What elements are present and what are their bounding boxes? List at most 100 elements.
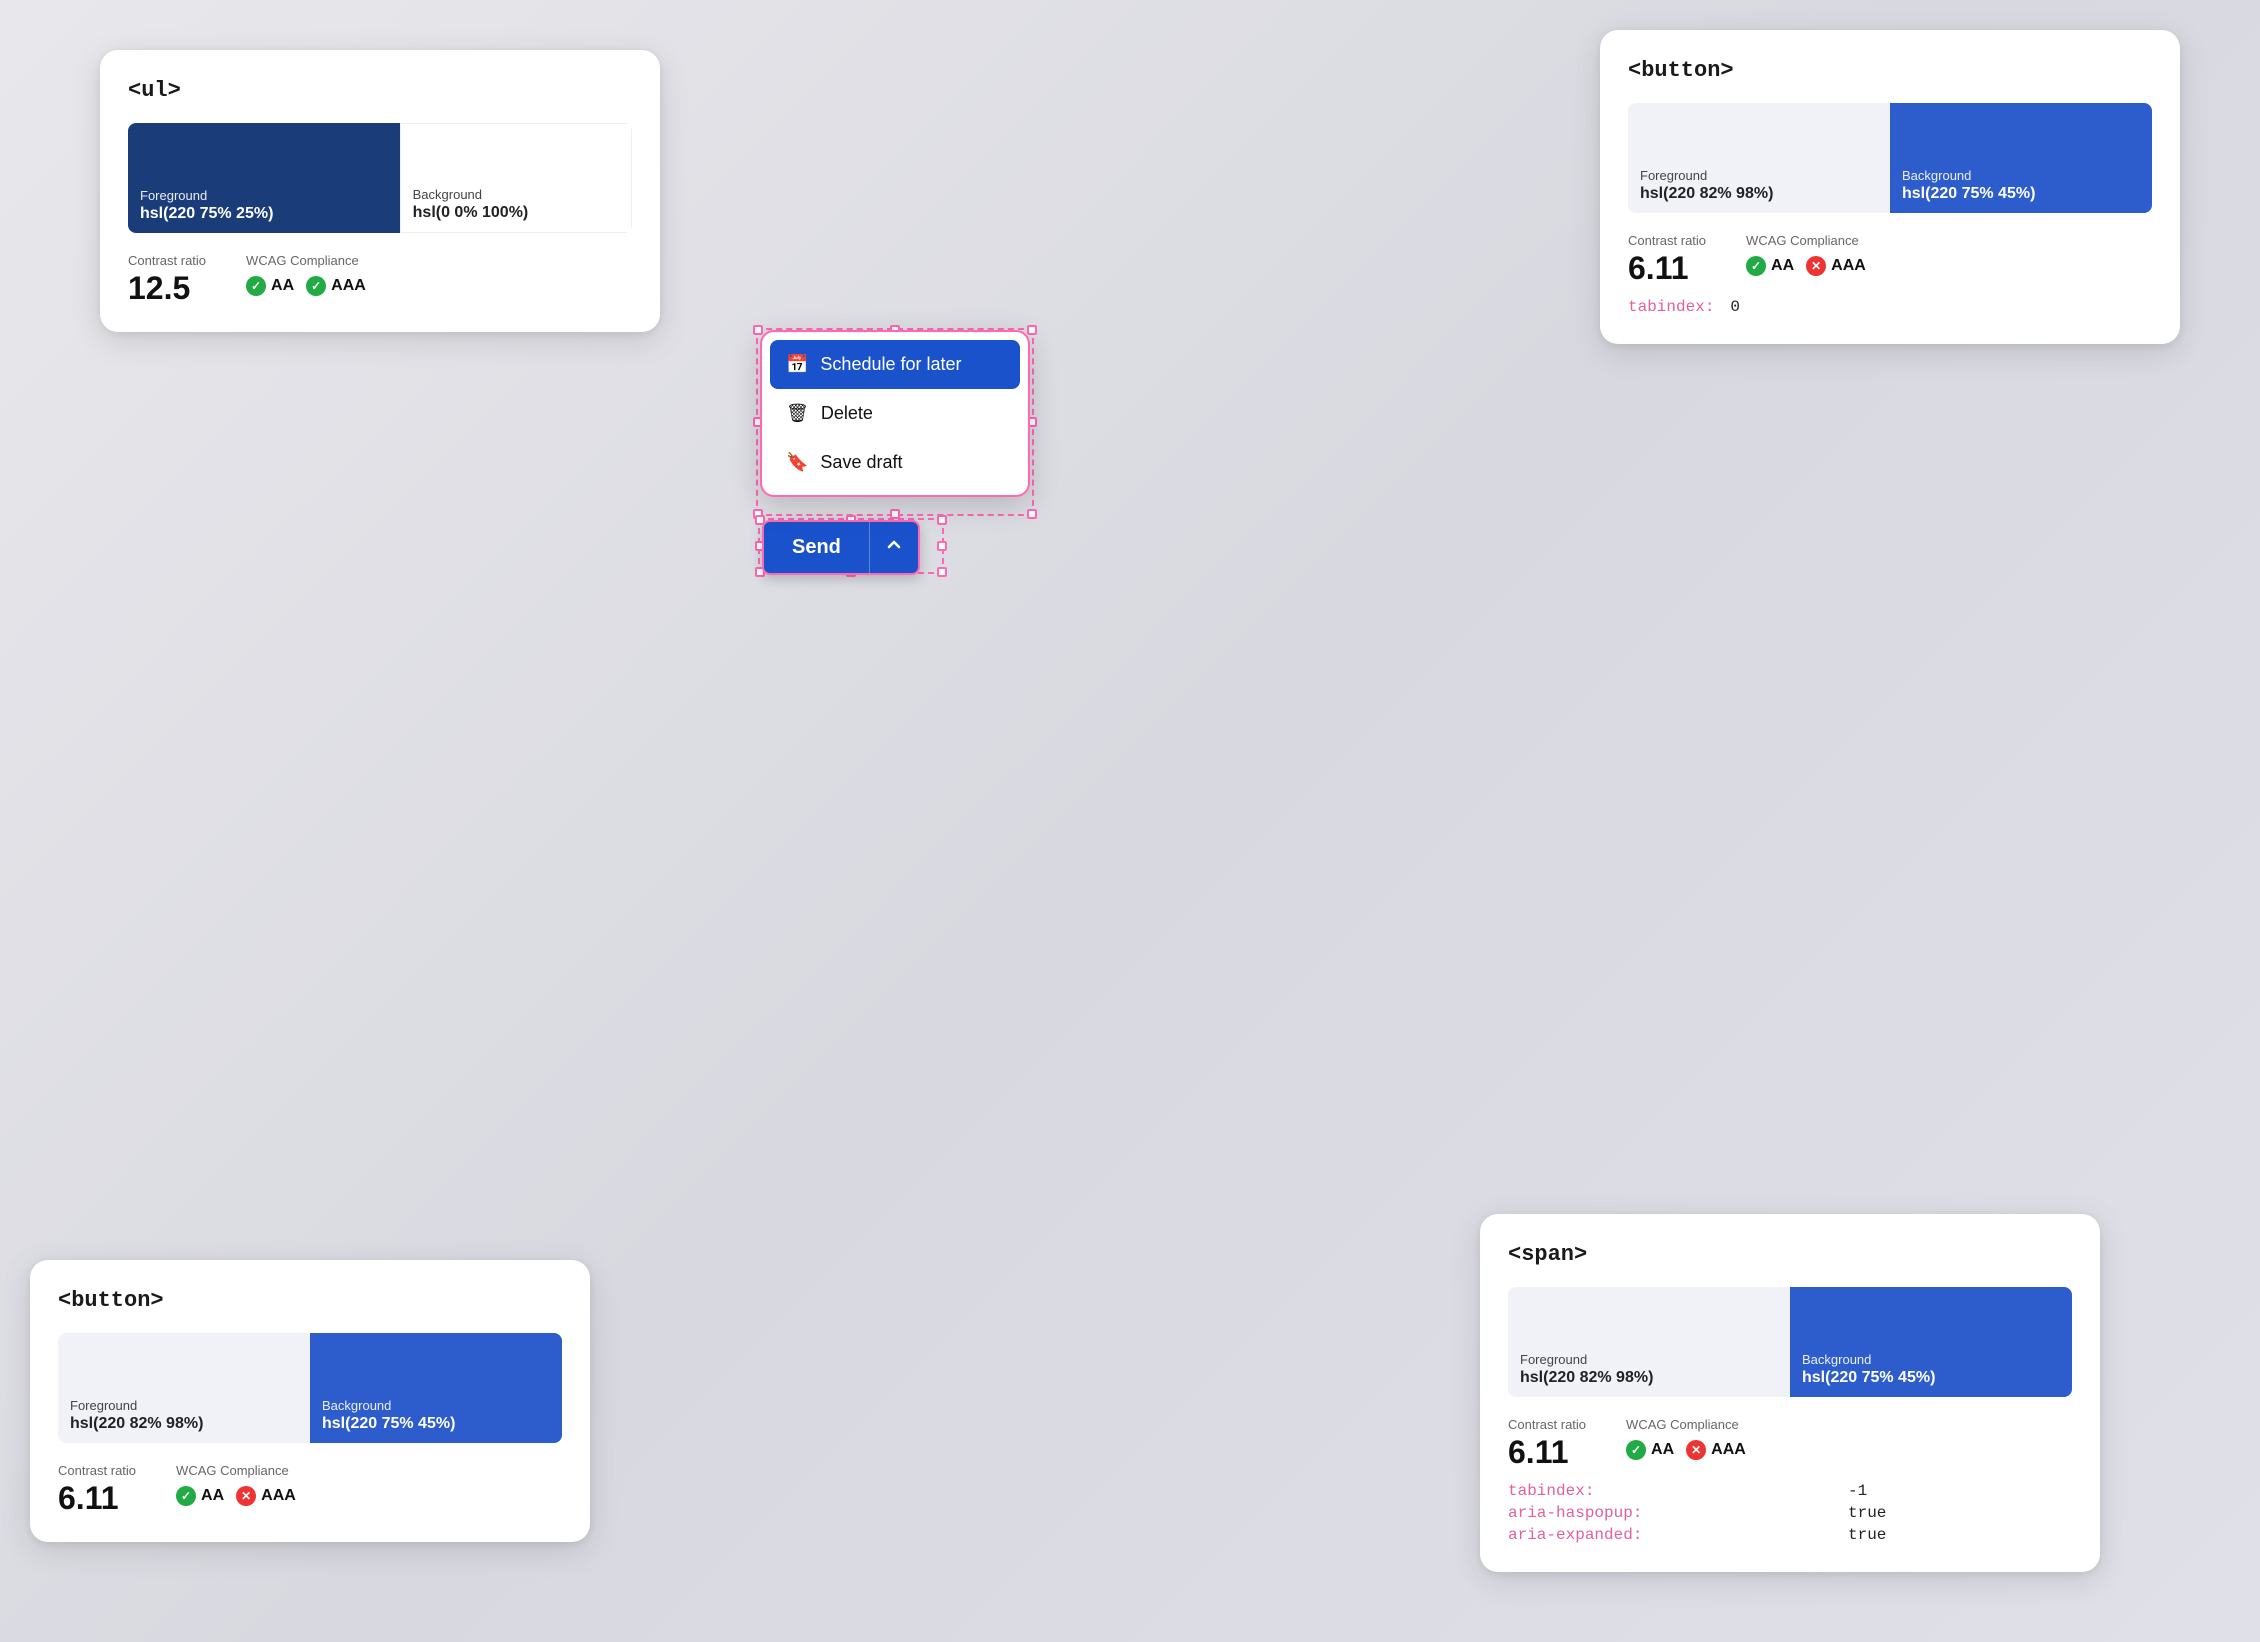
send-chevron-button[interactable] bbox=[870, 523, 918, 572]
contrast-label: Contrast ratio bbox=[1508, 1417, 1586, 1432]
wcag-group: WCAG Compliance ✓ AA ✕ AAA bbox=[1626, 1417, 1746, 1460]
contrast-group: Contrast ratio 6.11 bbox=[1508, 1417, 1586, 1468]
aaa-label: AAA bbox=[261, 1487, 296, 1505]
aa-pass-icon: ✓ bbox=[1626, 1440, 1646, 1460]
aa-badge: ✓ AA bbox=[1746, 256, 1794, 276]
selection-dot-mr bbox=[937, 541, 947, 551]
schedule-item[interactable]: 📅 Schedule for later bbox=[770, 340, 1020, 389]
aa-pass-icon: ✓ bbox=[1746, 256, 1766, 276]
selection-dot-br bbox=[937, 567, 947, 577]
aaa-label: AAA bbox=[1831, 257, 1866, 275]
tabindex-attr-value: 0 bbox=[1730, 298, 1740, 316]
wcag-badges: ✓ AA ✕ AAA bbox=[1746, 256, 1866, 276]
card-button-bottom-swatches: Foreground hsl(220 82% 98%) Background h… bbox=[58, 1333, 562, 1443]
wcag-badges: ✓ AA ✕ AAA bbox=[1626, 1440, 1746, 1460]
fg-label: Foreground bbox=[140, 188, 388, 203]
tabindex-attr-name: tabindex: bbox=[1508, 1482, 1828, 1500]
aa-label: AA bbox=[271, 277, 294, 295]
wcag-group: WCAG Compliance ✓ AA ✕ AAA bbox=[176, 1463, 296, 1506]
aria-haspopup-attr-name: aria-haspopup: bbox=[1508, 1504, 1828, 1522]
wcag-label: WCAG Compliance bbox=[246, 253, 366, 268]
aaa-badge: ✕ AAA bbox=[1686, 1440, 1746, 1460]
card-button-bottom-metrics: Contrast ratio 6.11 WCAG Compliance ✓ AA… bbox=[58, 1463, 562, 1514]
card-button-top-metrics: Contrast ratio 6.11 WCAG Compliance ✓ AA… bbox=[1628, 233, 2152, 284]
aaa-fail-icon: ✕ bbox=[1686, 1440, 1706, 1460]
aaa-badge: ✕ AAA bbox=[236, 1486, 296, 1506]
fg-swatch: Foreground hsl(220 82% 98%) bbox=[58, 1333, 310, 1443]
card-span-title: <span> bbox=[1508, 1242, 2072, 1267]
wcag-group: WCAG Compliance ✓ AA ✓ AAA bbox=[246, 253, 366, 296]
card-ul-swatches: Foreground hsl(220 75% 25%) Background h… bbox=[128, 123, 632, 233]
contrast-group: Contrast ratio 12.5 bbox=[128, 253, 206, 304]
card-span-swatches: Foreground hsl(220 82% 98%) Background h… bbox=[1508, 1287, 2072, 1397]
bg-label: Background bbox=[413, 187, 619, 202]
aaa-badge: ✕ AAA bbox=[1806, 256, 1866, 276]
contrast-label: Contrast ratio bbox=[1628, 233, 1706, 248]
dropdown-menu: 📅 Schedule for later 🗑 Delete 🔖 Save dra… bbox=[760, 330, 1030, 497]
aria-expanded-attr-name: aria-expanded: bbox=[1508, 1526, 1828, 1544]
bg-value: hsl(220 75% 45%) bbox=[1902, 185, 2140, 203]
aa-pass-icon: ✓ bbox=[176, 1486, 196, 1506]
save-draft-label: Save draft bbox=[820, 452, 902, 473]
selection-dot-tr bbox=[937, 515, 947, 525]
bg-value: hsl(220 75% 45%) bbox=[322, 1415, 550, 1433]
card-ul-title: <ul> bbox=[128, 78, 632, 103]
card-button-top-swatches: Foreground hsl(220 82% 98%) Background h… bbox=[1628, 103, 2152, 213]
wcag-label: WCAG Compliance bbox=[1626, 1417, 1746, 1432]
aaa-badge: ✓ AAA bbox=[306, 276, 366, 296]
span-attrs: tabindex: -1 aria-haspopup: true aria-ex… bbox=[1508, 1482, 2072, 1544]
aria-expanded-attr-value: true bbox=[1848, 1526, 2072, 1544]
aa-badge: ✓ AA bbox=[176, 1486, 224, 1506]
selection-dot-tr bbox=[1027, 325, 1037, 335]
aa-badge: ✓ AA bbox=[246, 276, 294, 296]
card-button-bottom-title: <button> bbox=[58, 1288, 562, 1313]
tabindex-row: tabindex: 0 bbox=[1628, 298, 2152, 316]
delete-label: Delete bbox=[821, 403, 873, 424]
wcag-group: WCAG Compliance ✓ AA ✕ AAA bbox=[1746, 233, 1866, 276]
foreground-swatch: Foreground hsl(220 75% 25%) bbox=[128, 123, 400, 233]
card-button-bottom: <button> Foreground hsl(220 82% 98%) Bac… bbox=[30, 1260, 590, 1542]
bg-value: hsl(220 75% 45%) bbox=[1802, 1369, 2060, 1387]
background-swatch: Background hsl(0 0% 100%) bbox=[400, 123, 632, 233]
fg-value: hsl(220 82% 98%) bbox=[1640, 185, 1878, 203]
aa-badge: ✓ AA bbox=[1626, 1440, 1674, 1460]
fg-label: Foreground bbox=[1520, 1352, 1778, 1367]
selection-dot-bl bbox=[753, 509, 763, 519]
card-ul-metrics: Contrast ratio 12.5 WCAG Compliance ✓ AA… bbox=[128, 253, 632, 304]
calendar-icon: 📅 bbox=[786, 354, 808, 375]
contrast-group: Contrast ratio 6.11 bbox=[58, 1463, 136, 1514]
contrast-value: 6.11 bbox=[58, 1482, 136, 1514]
tabindex-attr-name: tabindex: bbox=[1628, 298, 1714, 316]
bg-label: Background bbox=[1802, 1352, 2060, 1367]
fg-swatch: Foreground hsl(220 82% 98%) bbox=[1628, 103, 1890, 213]
aria-haspopup-attr-value: true bbox=[1848, 1504, 2072, 1522]
aaa-fail-icon: ✕ bbox=[236, 1486, 256, 1506]
send-button[interactable]: Send bbox=[762, 520, 920, 575]
bg-swatch: Background hsl(220 75% 45%) bbox=[1890, 103, 2152, 213]
fg-swatch: Foreground hsl(220 82% 98%) bbox=[1508, 1287, 1790, 1397]
contrast-value: 6.11 bbox=[1508, 1436, 1586, 1468]
send-main[interactable]: Send bbox=[764, 522, 870, 573]
delete-item[interactable]: 🗑 Delete bbox=[770, 389, 1020, 438]
bg-value: hsl(0 0% 100%) bbox=[413, 204, 619, 222]
aaa-label: AAA bbox=[1711, 1441, 1746, 1459]
bg-swatch: Background hsl(220 75% 45%) bbox=[1790, 1287, 2072, 1397]
save-draft-item[interactable]: 🔖 Save draft bbox=[770, 438, 1020, 487]
contrast-value: 12.5 bbox=[128, 272, 206, 304]
bookmark-icon: 🔖 bbox=[786, 452, 808, 473]
wcag-label: WCAG Compliance bbox=[1746, 233, 1866, 248]
contrast-group: Contrast ratio 6.11 bbox=[1628, 233, 1706, 284]
wcag-badges: ✓ AA ✕ AAA bbox=[176, 1486, 296, 1506]
fg-value: hsl(220 82% 98%) bbox=[70, 1415, 298, 1433]
bg-label: Background bbox=[1902, 168, 2140, 183]
card-span: <span> Foreground hsl(220 82% 98%) Backg… bbox=[1480, 1214, 2100, 1572]
trash-icon: 🗑 bbox=[786, 403, 809, 424]
aaa-pass-icon: ✓ bbox=[306, 276, 326, 296]
card-button-top-title: <button> bbox=[1628, 58, 2152, 83]
aa-label: AA bbox=[1651, 1441, 1674, 1459]
tabindex-attr-value: -1 bbox=[1848, 1482, 2072, 1500]
fg-label: Foreground bbox=[70, 1398, 298, 1413]
bg-label: Background bbox=[322, 1398, 550, 1413]
contrast-label: Contrast ratio bbox=[128, 253, 206, 268]
aa-pass-icon: ✓ bbox=[246, 276, 266, 296]
